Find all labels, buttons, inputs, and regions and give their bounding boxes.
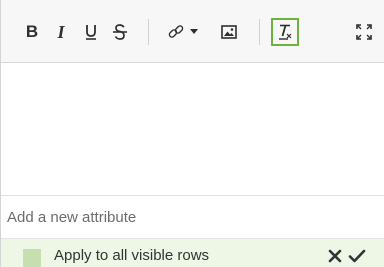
bold-button[interactable]: B xyxy=(23,20,41,44)
cancel-button[interactable] xyxy=(327,248,343,264)
new-attribute-row xyxy=(1,196,384,239)
clear-formatting-button[interactable] xyxy=(271,18,299,46)
expand-icon xyxy=(356,24,372,40)
italic-button[interactable]: I xyxy=(52,20,70,44)
new-attribute-input[interactable] xyxy=(7,204,367,230)
close-icon xyxy=(328,249,342,263)
toolbar-divider xyxy=(259,19,260,45)
rich-text-editor: B I Add a new attribute Apply to all vis… xyxy=(0,0,384,267)
underline-button[interactable] xyxy=(83,20,99,44)
underline-icon xyxy=(86,25,96,40)
link-button[interactable] xyxy=(166,20,200,44)
image-icon xyxy=(221,25,237,39)
insert-image-button[interactable] xyxy=(219,20,239,44)
strikethrough-icon xyxy=(113,24,127,40)
apply-to-all-row: Apply to all visible rows xyxy=(1,239,384,267)
apply-to-all-label: Apply to all visible rows xyxy=(54,247,210,264)
formatting-toolbar: B I xyxy=(1,0,384,63)
strikethrough-button[interactable] xyxy=(111,20,129,44)
link-icon xyxy=(168,25,184,38)
check-icon xyxy=(348,249,366,263)
caret-down-icon xyxy=(190,29,198,34)
editor-content-area[interactable] xyxy=(1,63,384,196)
fullscreen-button[interactable] xyxy=(354,20,374,44)
apply-to-all-checkbox[interactable] xyxy=(23,249,41,267)
toolbar-divider xyxy=(148,19,149,45)
clear-formatting-icon xyxy=(279,24,292,40)
confirm-button[interactable] xyxy=(348,248,366,264)
